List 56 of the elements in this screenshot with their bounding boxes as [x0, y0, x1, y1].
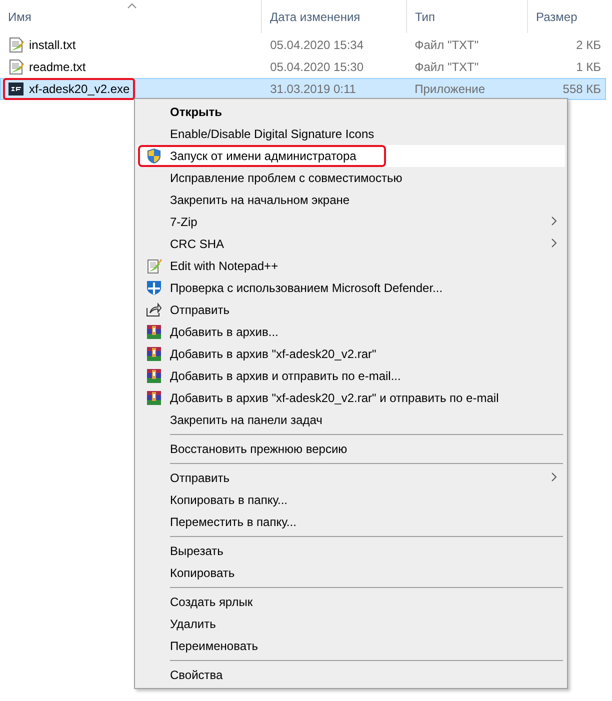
notepad-icon [146, 258, 162, 274]
shield-icon [146, 148, 162, 164]
file-date: 05.04.2020 15:30 [269, 60, 365, 74]
menu-item[interactable]: Переместить в папку... [137, 511, 565, 533]
file-size: 1 КБ [575, 60, 602, 74]
file-name: xf-adesk20_v2.exe [29, 82, 130, 96]
menu-item[interactable]: Добавить в архив "xf-adesk20_v2.rar" и отправить по e-mail [137, 387, 565, 409]
defender-shield-icon [146, 280, 162, 296]
menu-item[interactable]: Добавить в архив и отправить по e-mail... [137, 365, 565, 387]
file-type: Приложение [414, 82, 486, 96]
app-icon [8, 81, 24, 97]
menu-item[interactable]: Отправить [137, 467, 565, 489]
archive-books-icon [146, 346, 162, 362]
archive-books-icon [146, 324, 162, 340]
menu-item[interactable]: Добавить в архив "xf-adesk20_v2.rar" [137, 343, 565, 365]
menu-item[interactable]: Исправление проблем с совместимостью [137, 167, 565, 189]
file-type: Файл "TXT" [414, 38, 480, 52]
menu-item[interactable]: Закрепить на начальном экране [137, 189, 565, 211]
sort-caret-icon [126, 3, 136, 9]
menu-item[interactable]: Отправить [137, 299, 565, 321]
file-size: 558 КБ [562, 82, 602, 96]
file-row[interactable]: readme.txt 05.04.2020 15:30 Файл "TXT" 1 КБ [0, 56, 606, 78]
menu-item[interactable]: Копировать [137, 562, 565, 584]
column-header[interactable]: Размер [528, 0, 612, 33]
file-name: readme.txt [29, 60, 86, 74]
menu-item[interactable]: Добавить в архив... [137, 321, 565, 343]
text-file-icon [8, 59, 24, 75]
menu-item[interactable]: Создать ярлык [137, 591, 565, 613]
column-header[interactable]: Дата изменения [262, 0, 407, 33]
menu-item[interactable]: Переименовать [137, 635, 565, 657]
menu-item[interactable]: Восстановить прежнюю версию [137, 438, 565, 460]
menu-item[interactable]: Закрепить на панели задач [137, 409, 565, 431]
file-row[interactable]: install.txt 05.04.2020 15:34 Файл "TXT" 2 КБ [0, 34, 606, 56]
file-date: 31.03.2019 0:11 [269, 82, 357, 96]
column-header[interactable]: Тип [407, 0, 528, 33]
menu-item[interactable]: Открыть [137, 101, 565, 123]
menu-item[interactable]: Проверка с использованием Microsoft Defender... [137, 277, 565, 299]
archive-books-icon [146, 390, 162, 406]
file-name: install.txt [29, 38, 76, 52]
menu-item[interactable]: Enable/Disable Digital Signature Icons [137, 123, 565, 145]
file-size: 2 КБ [575, 38, 602, 52]
menu-item[interactable]: Копировать в папку... [137, 489, 565, 511]
text-file-icon [8, 37, 24, 53]
menu-item[interactable]: Edit with Notepad++ [137, 255, 565, 277]
menu-item[interactable]: Свойства [137, 664, 565, 686]
menu-item[interactable]: CRC SHA [137, 233, 565, 255]
menu-item[interactable]: 7-Zip [137, 211, 565, 233]
file-row[interactable]: xf-adesk20_v2.exe 31.03.2019 0:11 Приложение 558 КБ [0, 78, 606, 100]
share-icon [146, 302, 162, 318]
archive-books-icon [146, 368, 162, 384]
file-date: 05.04.2020 15:34 [269, 38, 365, 52]
column-header[interactable]: Имя [0, 0, 262, 33]
menu-item[interactable]: Вырезать [137, 540, 565, 562]
file-type: Файл "TXT" [414, 60, 480, 74]
menu-item[interactable]: Запуск от имени администратора [137, 145, 565, 167]
menu-item[interactable]: Удалить [137, 613, 565, 635]
